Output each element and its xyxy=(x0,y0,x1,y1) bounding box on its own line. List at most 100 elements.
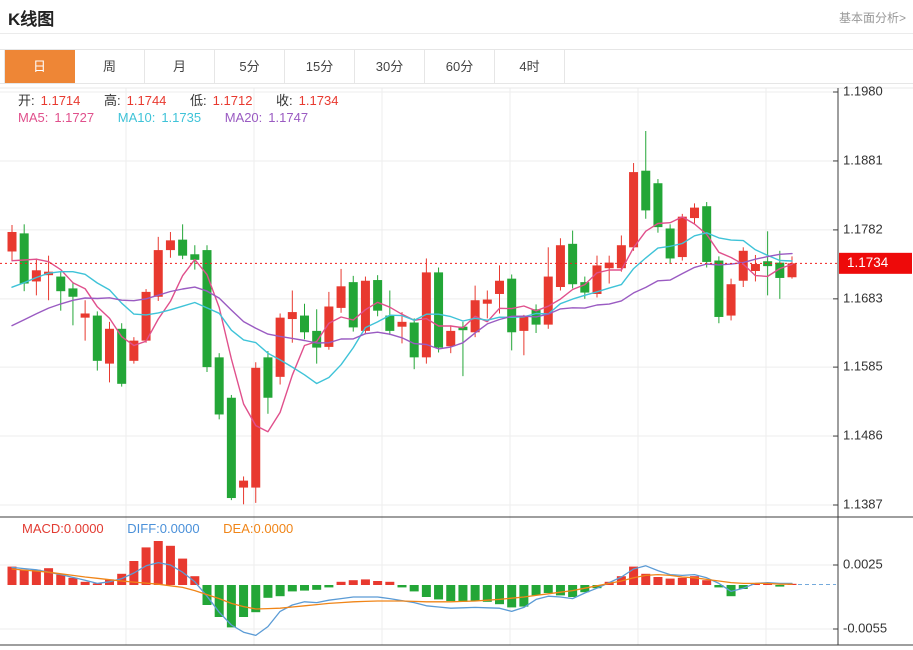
svg-text:1.1683: 1.1683 xyxy=(843,290,883,305)
candle-21 xyxy=(263,357,272,397)
candle-30 xyxy=(373,280,382,311)
svg-text:1.1486: 1.1486 xyxy=(843,427,883,442)
candle-61 xyxy=(751,264,760,271)
candle-6 xyxy=(81,313,90,317)
macd-bar-3 xyxy=(44,568,53,585)
tab-5分[interactable]: 5分 xyxy=(215,50,285,83)
low-label: 低: xyxy=(190,93,207,108)
macd-bar-25 xyxy=(312,585,321,590)
dea-label: DEA: xyxy=(223,521,253,536)
fundamental-analysis-link[interactable]: 基本面分析> xyxy=(839,9,906,26)
page-title: K线图 xyxy=(8,5,54,30)
candle-18 xyxy=(227,398,236,498)
candle-46 xyxy=(568,244,577,284)
macd-bar-2 xyxy=(32,570,41,585)
macd-bar-4 xyxy=(56,575,65,585)
candle-7 xyxy=(93,316,102,361)
macd-bar-29 xyxy=(361,579,370,585)
svg-text:1.1387: 1.1387 xyxy=(843,496,883,511)
tab-日[interactable]: 日 xyxy=(5,50,75,83)
candle-0 xyxy=(8,232,17,252)
candle-45 xyxy=(556,245,565,287)
macd-bar-41 xyxy=(507,585,516,607)
macd-bar-35 xyxy=(434,585,443,599)
svg-text:1.1980: 1.1980 xyxy=(843,86,883,98)
macd-bar-33 xyxy=(410,585,419,591)
candle-23 xyxy=(288,312,297,319)
tab-60分[interactable]: 60分 xyxy=(425,50,495,83)
ma10-value: 1.1735 xyxy=(161,110,201,125)
candle-53 xyxy=(653,183,662,227)
candle-40 xyxy=(495,281,504,294)
dea-value: 0.0000 xyxy=(254,521,294,536)
close-label: 收: xyxy=(276,93,293,108)
macd-bar-15 xyxy=(190,576,199,585)
macd-value: 0.0000 xyxy=(64,521,104,536)
macd-bar-5 xyxy=(68,578,77,585)
low-value: 1.1712 xyxy=(213,93,253,108)
macd-bar-53 xyxy=(653,577,662,585)
svg-text:1.1782: 1.1782 xyxy=(843,221,883,236)
macd-bar-28 xyxy=(349,580,358,585)
macd-bar-1 xyxy=(20,570,29,585)
macd-bar-19 xyxy=(239,585,248,617)
macd-bar-6 xyxy=(81,582,90,585)
candle-35 xyxy=(434,272,443,347)
tab-4时[interactable]: 4时 xyxy=(495,50,565,83)
candle-25 xyxy=(312,331,321,348)
macd-bar-32 xyxy=(398,585,407,587)
tab-周[interactable]: 周 xyxy=(75,50,145,83)
candle-22 xyxy=(276,318,285,377)
diff-value: 0.0000 xyxy=(160,521,200,536)
high-label: 高: xyxy=(104,93,121,108)
open-value: 1.1714 xyxy=(41,93,81,108)
candle-52 xyxy=(641,171,650,211)
header-divider xyxy=(0,33,913,34)
candle-27 xyxy=(337,286,346,308)
ma20-value: 1.1747 xyxy=(268,110,308,125)
macd-bar-40 xyxy=(495,585,504,604)
tab-30分[interactable]: 30分 xyxy=(355,50,425,83)
candle-56 xyxy=(690,208,699,218)
macd-bar-26 xyxy=(324,585,333,587)
macd-bar-39 xyxy=(483,585,492,602)
candle-13 xyxy=(166,240,175,250)
candle-60 xyxy=(739,251,748,281)
tab-row-background: 日周月5分15分30分60分4时 xyxy=(0,49,913,84)
svg-text:1.1734: 1.1734 xyxy=(847,255,889,270)
candle-14 xyxy=(178,240,187,256)
macd-bar-45 xyxy=(556,585,565,595)
candle-31 xyxy=(385,316,394,331)
ma5-value: 1.1727 xyxy=(54,110,94,125)
macd-label: MACD: xyxy=(22,521,64,536)
macd-bar-54 xyxy=(666,579,675,585)
kline-page: { "header": { "title": "K线图", "link": "基… xyxy=(0,0,913,650)
tab-月[interactable]: 月 xyxy=(145,50,215,83)
svg-text:1.1585: 1.1585 xyxy=(843,359,883,374)
candle-44 xyxy=(544,277,553,325)
candle-29 xyxy=(361,281,370,331)
ma10-label: MA10: xyxy=(118,110,156,125)
tab-15分[interactable]: 15分 xyxy=(285,50,355,83)
diff-label: DIFF: xyxy=(127,521,160,536)
candle-51 xyxy=(629,172,638,247)
candle-48 xyxy=(593,265,602,294)
candle-32 xyxy=(398,322,407,327)
candle-12 xyxy=(154,250,163,297)
macd-bar-37 xyxy=(458,585,467,602)
candle-59 xyxy=(727,284,736,315)
diff-line xyxy=(12,563,792,636)
candle-36 xyxy=(446,331,455,346)
macd-bar-21 xyxy=(263,585,272,598)
ma5-label: MA5: xyxy=(18,110,48,125)
ohlc-legend: 开:1.1714 高:1.1744 低:1.1712 收:1.1734 xyxy=(18,90,344,109)
macd-bar-36 xyxy=(446,585,455,601)
macd-legend: MACD:0.0000 DIFF:0.0000 DEA:0.0000 xyxy=(22,521,299,536)
candle-1 xyxy=(20,233,29,283)
macd-bar-55 xyxy=(678,578,687,585)
macd-bar-23 xyxy=(288,585,297,591)
candle-41 xyxy=(507,279,516,333)
svg-text:1.1881: 1.1881 xyxy=(843,152,883,167)
macd-bar-30 xyxy=(373,581,382,585)
macd-bar-31 xyxy=(385,582,394,585)
